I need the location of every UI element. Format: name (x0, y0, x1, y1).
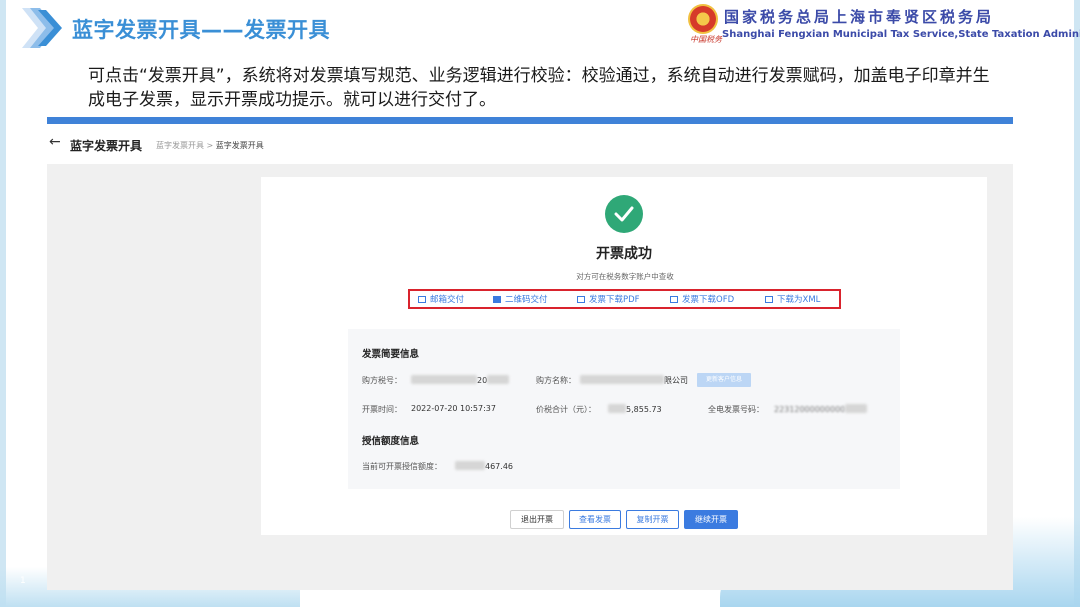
org-name-cn: 国家税务总局上海市奉贤区税务局 (724, 8, 995, 26)
total-amount-label: 价税合计（元）： (536, 405, 596, 414)
arrow-left-icon[interactable]: ← (49, 134, 61, 150)
email-delivery-link[interactable]: 邮箱交付 (418, 293, 464, 305)
qrcode-delivery-link[interactable]: 二维码交付 (493, 293, 548, 305)
invoice-number-value: 22312000000000 (774, 404, 868, 414)
buyer-name-label: 购方名称： (536, 376, 576, 385)
action-label: 下载为XML (777, 295, 821, 305)
org-signature: 中国税务 (690, 35, 722, 44)
redacted-block (580, 375, 664, 384)
org-name-en: Shanghai Fengxian Municipal Tax Service,… (722, 29, 1080, 40)
qrcode-icon (493, 296, 501, 303)
action-label: 二维码交付 (505, 295, 548, 305)
slide-title: 蓝字发票开具——发票开具 (72, 18, 330, 42)
download-ofd-link[interactable]: 发票下载OFD (670, 293, 734, 305)
file-ofd-icon (670, 296, 678, 303)
success-note: 对方可在税务数字账户中查收 (576, 272, 674, 281)
chevron-logo-icon (22, 8, 62, 48)
breadcrumb-separator: > (206, 141, 214, 150)
credit-limit-label: 当前可开票授信额度： (362, 462, 442, 471)
buyer-tax-value: 20 (411, 375, 510, 385)
page-number: 1 (20, 576, 26, 586)
copy-invoice-button[interactable]: 复制开票 (626, 510, 679, 529)
check-circle-icon (605, 195, 643, 233)
app-page-title: 蓝字发票开具 (70, 139, 143, 153)
update-customer-button[interactable]: 更新客户信息 (697, 373, 751, 387)
issue-time-value: 2022-07-20 10:57:37 (411, 404, 496, 413)
view-invoice-button[interactable]: 查看发票 (569, 510, 621, 529)
redacted-block (845, 404, 868, 413)
continue-invoicing-button[interactable]: 继续开票 (684, 510, 738, 529)
action-label: 邮箱交付 (430, 295, 465, 305)
download-xml-link[interactable]: 下载为XML (765, 293, 820, 305)
file-xml-icon (765, 296, 773, 303)
redacted-block (487, 375, 510, 384)
file-pdf-icon (577, 296, 585, 303)
mail-icon (418, 296, 426, 303)
credit-limit-value: 467.46 (455, 461, 513, 471)
slide-description: 可点击“发票开具”，系统将对发票填写规范、业务逻辑进行校验：校验通过，系统自动进… (88, 66, 990, 110)
credit-section-title: 授信额度信息 (362, 436, 420, 447)
redacted-block (411, 375, 477, 384)
buyer-name-value: 限公司 (580, 375, 688, 386)
issue-time-label: 开票时间： (362, 405, 402, 414)
redacted-block (455, 461, 485, 470)
action-label: 发票下载PDF (589, 295, 640, 305)
buyer-tax-label: 购方税号： (362, 376, 402, 385)
redacted-block (608, 404, 626, 413)
slide-border-left (0, 0, 6, 607)
national-emblem-icon (688, 4, 718, 34)
header-divider (47, 117, 1013, 124)
success-title: 开票成功 (596, 246, 652, 262)
action-label: 发票下载OFD (682, 295, 735, 305)
total-amount-value: 5,855.73 (608, 404, 662, 414)
breadcrumb-parent[interactable]: 蓝字发票开具 (156, 141, 204, 150)
summary-section-title: 发票简要信息 (362, 349, 420, 360)
breadcrumb: 蓝字发票开具 > 蓝字发票开具 (156, 140, 264, 151)
download-pdf-link[interactable]: 发票下载PDF (577, 293, 640, 305)
invoice-number-label: 全电发票号码： (708, 405, 764, 414)
slide-border-right (1074, 0, 1080, 607)
exit-invoicing-button[interactable]: 退出开票 (510, 510, 564, 529)
breadcrumb-current: 蓝字发票开具 (215, 141, 264, 150)
